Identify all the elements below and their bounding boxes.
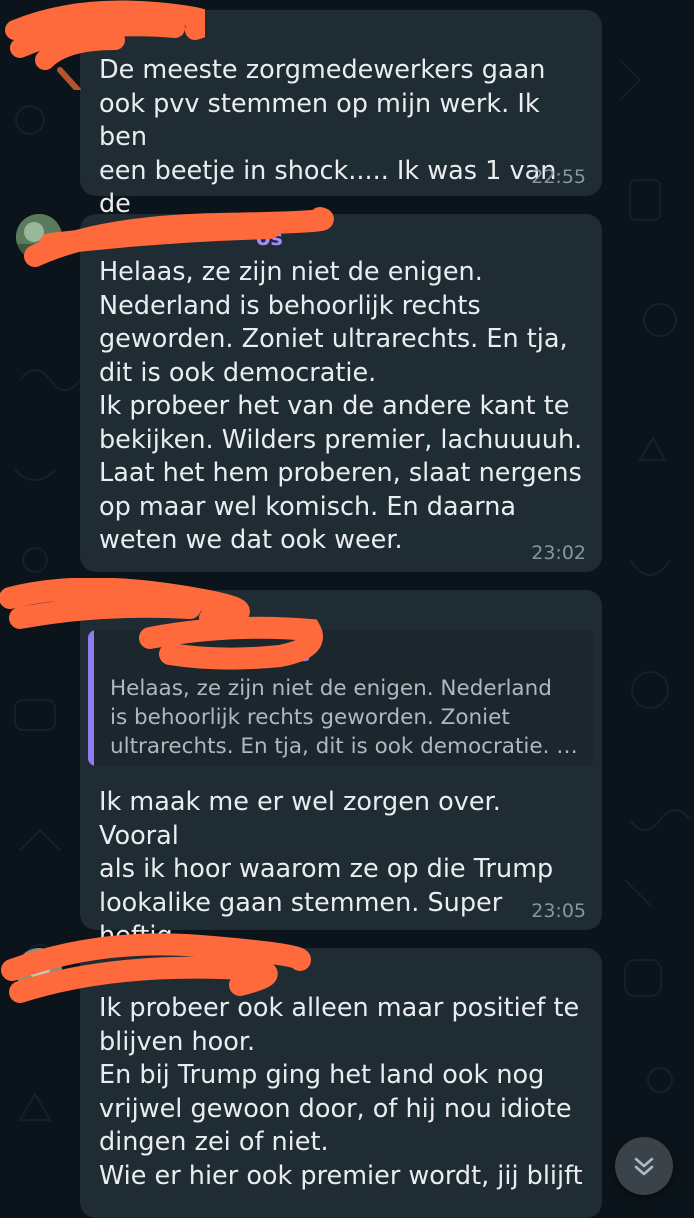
message-timestamp: 23:02	[531, 542, 586, 564]
message-timestamp: 22:55	[531, 166, 586, 188]
redaction-scribble	[1, 933, 311, 1003]
redaction-scribble	[0, 578, 323, 670]
redaction-scribble	[24, 207, 334, 267]
message-text: Helaas, ze zijn niet de enigen. Nederlan…	[99, 257, 583, 555]
message-timestamp: 23:05	[531, 900, 586, 922]
message-text: Ik probeer ook alleen maar positief te b…	[99, 993, 583, 1191]
redaction-scribble	[5, 0, 205, 90]
scroll-to-bottom-button[interactable]	[615, 1137, 673, 1195]
message-text: Ik maak me er wel zorgen over. Vooral al…	[99, 787, 554, 951]
double-chevron-down-icon	[634, 1157, 654, 1176]
